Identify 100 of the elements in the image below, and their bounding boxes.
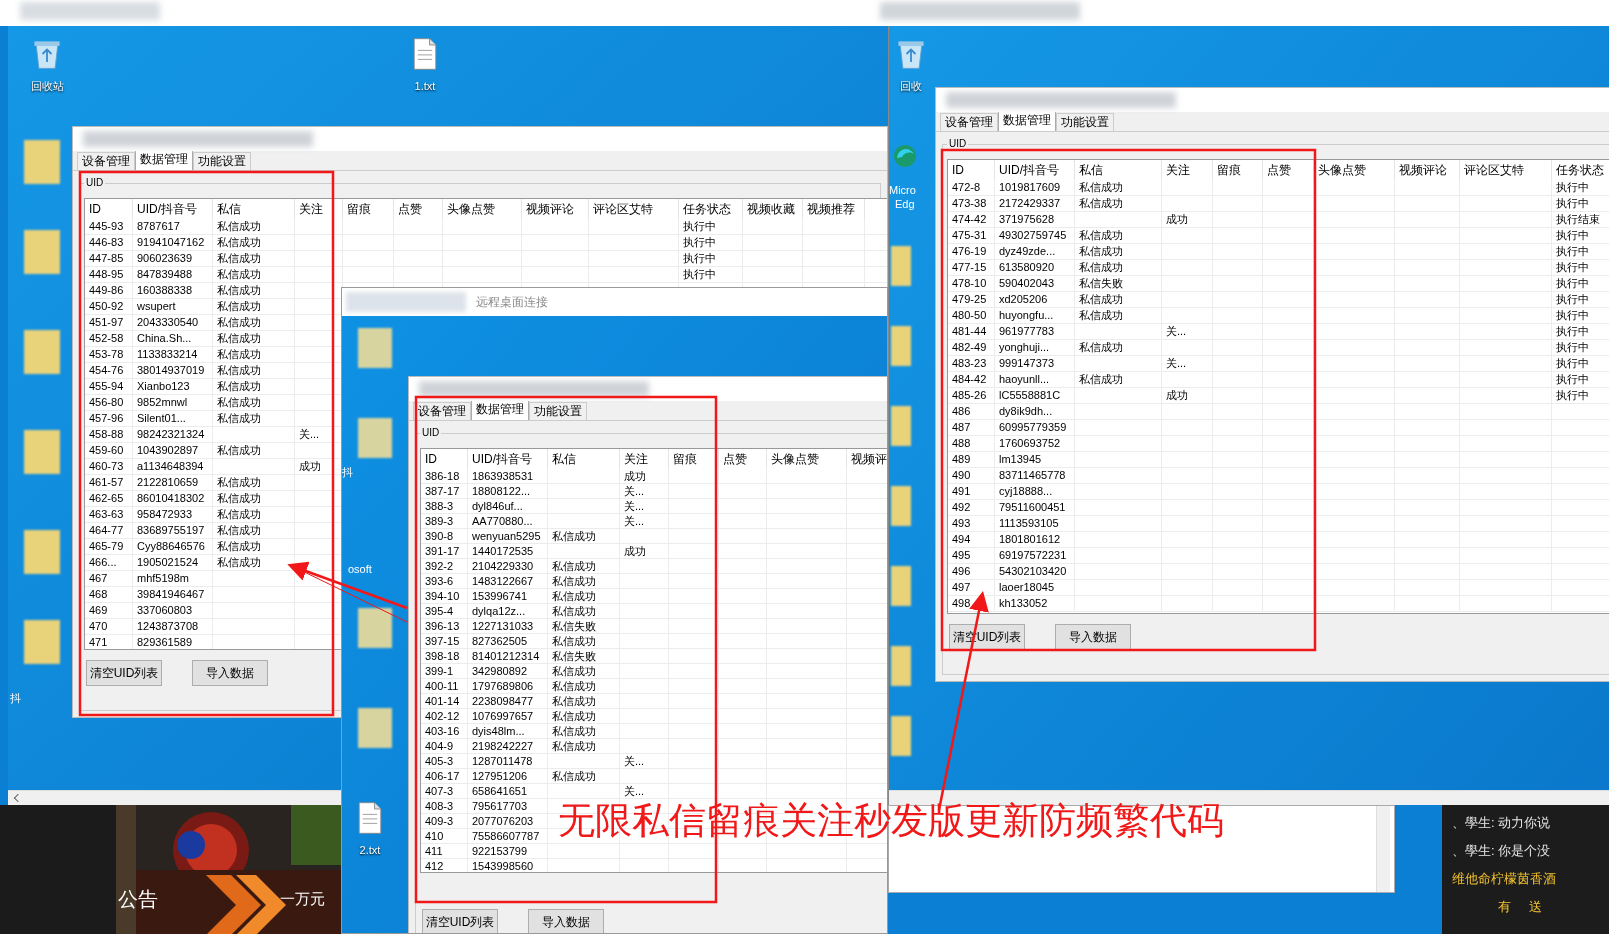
scrollbar[interactable] bbox=[8, 790, 341, 805]
column-header[interactable]: 视频评论 bbox=[522, 199, 589, 219]
column-header[interactable]: 头像点赞 bbox=[443, 199, 522, 219]
table-cell: lm13945 bbox=[995, 452, 1075, 467]
table-cell: 私信成功 bbox=[1075, 196, 1162, 211]
table-cell: 999147373 bbox=[995, 356, 1075, 371]
table-cell: 453-78 bbox=[85, 347, 133, 362]
column-header[interactable]: 留痕 bbox=[669, 449, 719, 469]
column-header[interactable]: 留痕 bbox=[343, 199, 394, 219]
table-cell: dy8ik9dh... bbox=[995, 404, 1075, 419]
table-cell: 463-63 bbox=[85, 507, 133, 522]
column-header[interactable]: ID bbox=[85, 199, 133, 219]
browser-icon bbox=[893, 144, 917, 168]
button[interactable]: 导入数据 bbox=[528, 909, 604, 933]
table-cell: 86010418302 bbox=[133, 491, 213, 506]
table-cell: 私信成功 bbox=[548, 664, 620, 678]
table-cell: 2077076203 bbox=[468, 814, 548, 828]
column-header[interactable]: 视频评论 bbox=[1395, 160, 1460, 180]
chat-action[interactable]: 有 bbox=[1498, 897, 1511, 917]
column-header[interactable]: UID/抖音号 bbox=[995, 160, 1075, 180]
blurred-region bbox=[358, 708, 392, 748]
tab[interactable]: 数据管理 bbox=[998, 111, 1056, 131]
column-header[interactable]: 关注 bbox=[1162, 160, 1213, 180]
table-cell: 私信成功 bbox=[213, 411, 295, 426]
column-header[interactable]: 评论区艾特 bbox=[1460, 160, 1552, 180]
table-cell: 412 bbox=[421, 859, 468, 872]
button[interactable]: 导入数据 bbox=[192, 660, 268, 686]
table-cell: 执行中 bbox=[1552, 260, 1609, 275]
table-cell: 81401212314 bbox=[468, 649, 548, 663]
column-header[interactable]: 点赞 bbox=[719, 449, 767, 469]
table-cell: 388-3 bbox=[421, 499, 468, 513]
column-header[interactable]: UID/抖音号 bbox=[468, 449, 548, 469]
table-cell: 405-3 bbox=[421, 754, 468, 768]
blurred-region bbox=[24, 230, 60, 274]
column-header[interactable]: 任务状态 bbox=[1552, 160, 1609, 180]
column-header[interactable]: 点赞 bbox=[1263, 160, 1314, 180]
tab[interactable]: 设备管理 bbox=[77, 152, 135, 170]
table-cell: 私信成功 bbox=[548, 634, 620, 648]
table-cell: 449-86 bbox=[85, 283, 133, 298]
column-header[interactable]: 任务状态 bbox=[679, 199, 743, 219]
table-cell: 445-93 bbox=[85, 219, 133, 234]
column-header[interactable]: 视频收藏 bbox=[743, 199, 803, 219]
icon-label[interactable]: osoft bbox=[348, 561, 372, 578]
tab[interactable]: 数据管理 bbox=[135, 150, 193, 170]
table-cell: 私信成功 bbox=[213, 299, 295, 314]
table-cell: 执行中 bbox=[1552, 244, 1609, 259]
column-header[interactable]: ID bbox=[948, 160, 995, 180]
column-header[interactable]: 头像点赞 bbox=[767, 449, 847, 469]
column-header[interactable]: 点赞 bbox=[394, 199, 443, 219]
table-cell: 590402043 bbox=[995, 276, 1075, 291]
chat-action[interactable]: 送 bbox=[1529, 897, 1542, 917]
button[interactable]: 导入数据 bbox=[1055, 624, 1131, 650]
table-cell: 456-80 bbox=[85, 395, 133, 410]
table-cell: 393-6 bbox=[421, 574, 468, 588]
table-cell: 473-38 bbox=[948, 196, 995, 211]
tab[interactable]: 功能设置 bbox=[529, 402, 587, 420]
column-header[interactable]: 私信 bbox=[548, 449, 620, 469]
icon-label[interactable]: 2.txt bbox=[359, 842, 381, 859]
tab[interactable]: 功能设置 bbox=[193, 152, 251, 170]
table-cell: 402-12 bbox=[421, 709, 468, 723]
table-cell: 127951206 bbox=[468, 769, 548, 783]
table-cell: 私信成功 bbox=[548, 559, 620, 573]
column-header[interactable]: 私信 bbox=[213, 199, 295, 219]
scrollbar[interactable] bbox=[1376, 806, 1390, 892]
tab[interactable]: 设备管理 bbox=[413, 402, 471, 420]
group-label: UID bbox=[84, 177, 106, 189]
column-header[interactable]: 关注 bbox=[295, 199, 343, 219]
tab[interactable]: 数据管理 bbox=[471, 400, 529, 420]
table-cell: 492 bbox=[948, 500, 995, 515]
blurred-region bbox=[358, 608, 392, 648]
table-cell: 491 bbox=[948, 484, 995, 499]
table-cell: 执行中 bbox=[679, 235, 743, 250]
table-cell: 906023639 bbox=[133, 251, 213, 266]
column-header[interactable]: 评论区艾特 bbox=[589, 199, 679, 219]
table-cell: 497 bbox=[948, 580, 995, 595]
blurred-region bbox=[891, 646, 911, 686]
column-header[interactable]: UID/抖音号 bbox=[133, 199, 213, 219]
column-header[interactable]: 视频推荐 bbox=[803, 199, 865, 219]
table-cell: 1076997657 bbox=[468, 709, 548, 723]
column-header[interactable]: 留痕 bbox=[1213, 160, 1263, 180]
button[interactable]: 清空UID列表 bbox=[422, 909, 498, 933]
table-cell: 475-31 bbox=[948, 228, 995, 243]
button[interactable]: 清空UID列表 bbox=[86, 660, 162, 686]
group-label: UID bbox=[420, 427, 442, 439]
column-header[interactable]: 关注 bbox=[620, 449, 669, 469]
table-cell: 私信成功 bbox=[548, 589, 620, 603]
tab[interactable]: 功能设置 bbox=[1056, 113, 1114, 131]
tab[interactable]: 设备管理 bbox=[940, 113, 998, 131]
table-cell: 60995779359 bbox=[995, 420, 1075, 435]
column-header[interactable]: ID bbox=[421, 449, 468, 469]
column-header[interactable]: 头像点赞 bbox=[1314, 160, 1395, 180]
table-cell: 执行中 bbox=[1552, 228, 1609, 243]
blurred-region bbox=[891, 326, 911, 366]
icon-label[interactable]: 抖 bbox=[342, 464, 353, 481]
chat-message: 维他命柠檬茵香酒 bbox=[1452, 870, 1557, 888]
column-header[interactable]: 私信 bbox=[1075, 160, 1162, 180]
table-cell: 1760693752 bbox=[995, 436, 1075, 451]
icon-label[interactable]: 抖 bbox=[10, 690, 21, 707]
table-cell: 69197572231 bbox=[995, 548, 1075, 563]
blurred-region bbox=[24, 530, 60, 574]
